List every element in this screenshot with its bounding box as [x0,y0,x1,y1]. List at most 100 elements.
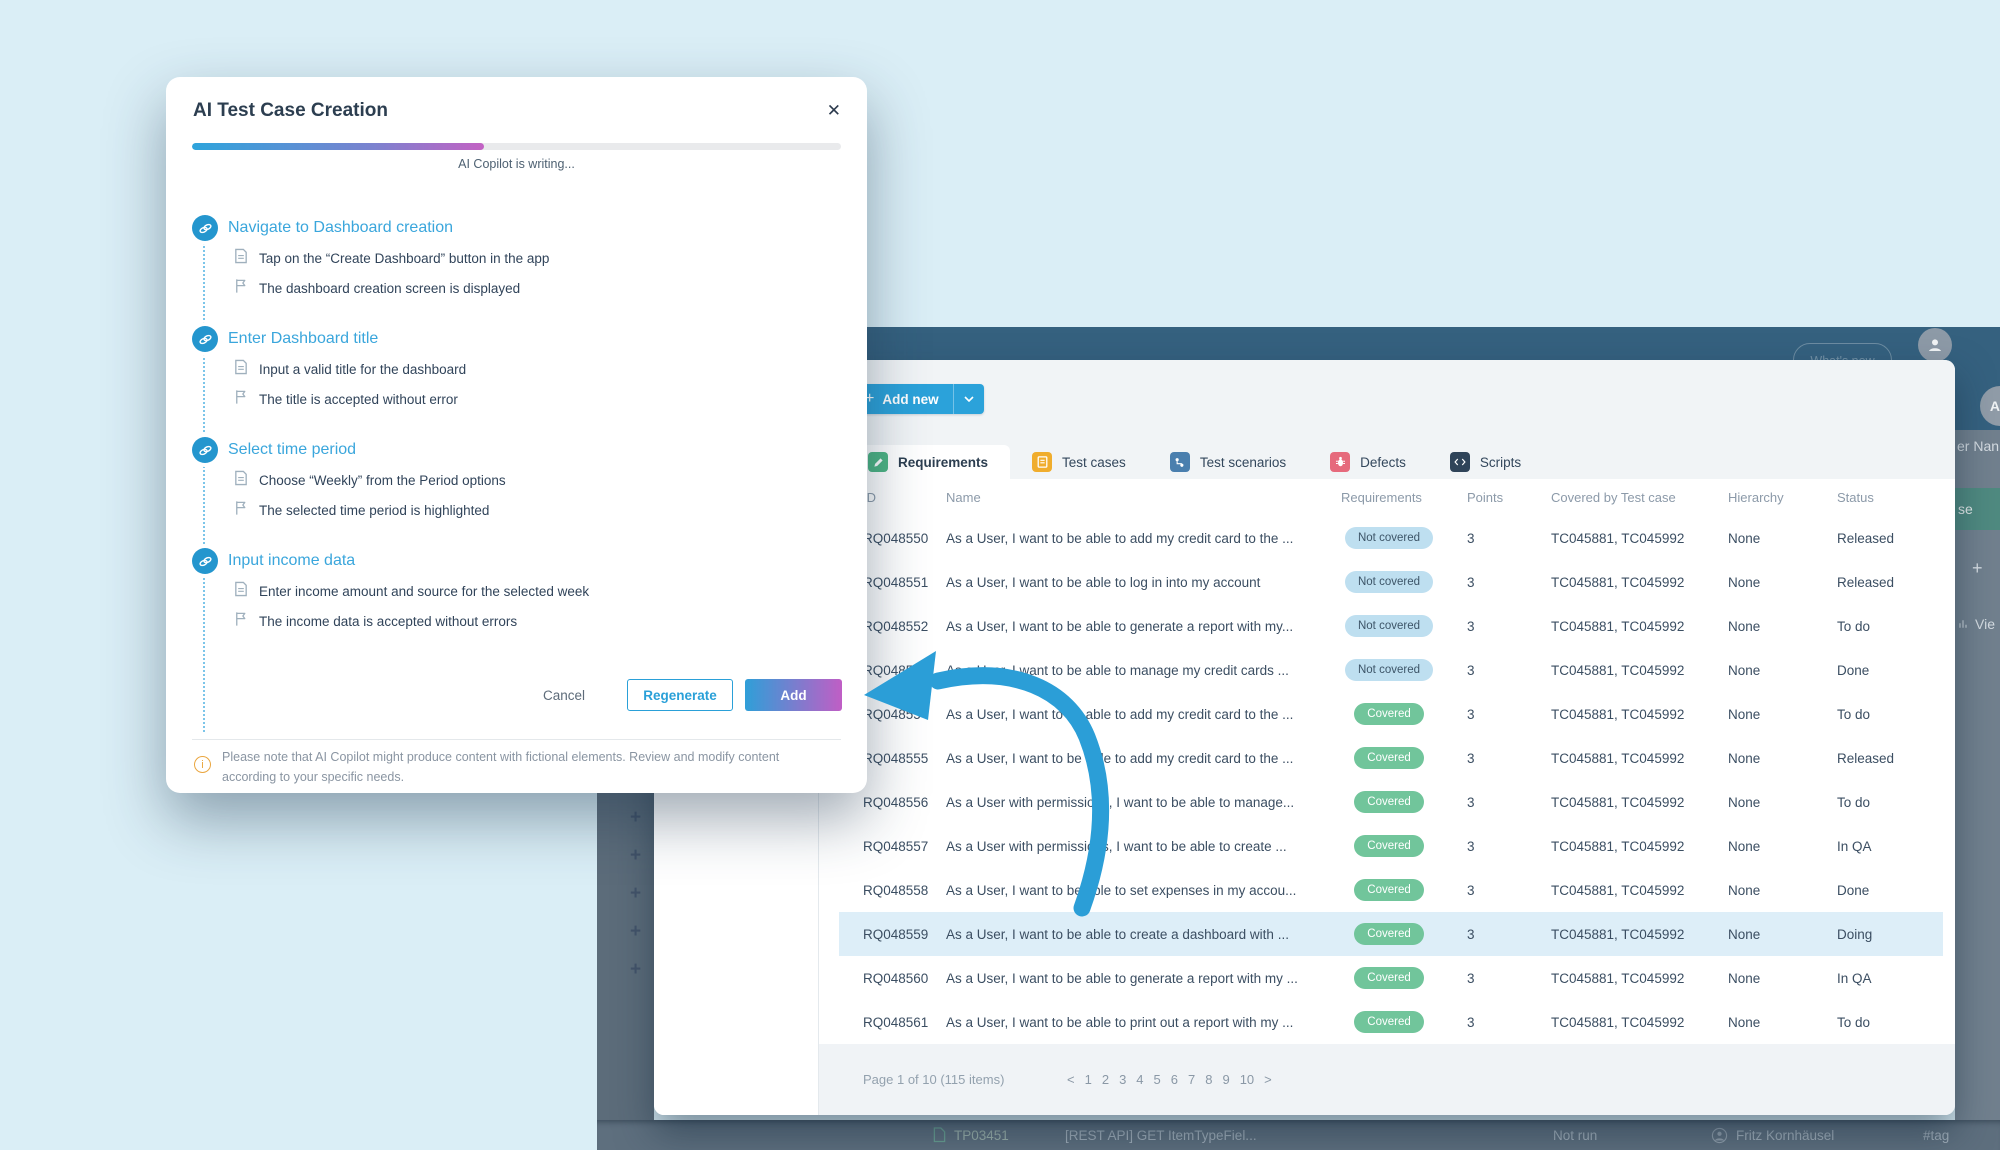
step-expected-text: The dashboard creation screen is display… [259,281,520,296]
step-title: Input income data [228,548,827,574]
info-icon: i [194,756,211,773]
plus-icon[interactable]: + [1972,558,1983,579]
page-link[interactable]: > [1259,1072,1277,1087]
test-step: Navigate to Dashboard creationTap on the… [192,215,827,298]
regenerate-button[interactable]: Regenerate [627,679,733,711]
cell-status: Released [1837,516,1894,560]
user-avatar[interactable]: AC [1980,386,2000,426]
column-header[interactable]: Hierarchy [1728,479,1784,516]
close-button-fragment[interactable]: se [1955,488,2000,530]
page-link[interactable]: 8 [1200,1072,1217,1087]
cell-status: Doing [1837,912,1872,956]
step-expected-text: The income data is accepted without erro… [259,614,517,629]
coverage-badge: Covered [1354,967,1423,989]
cell-status: To do [1837,692,1870,736]
page-link[interactable]: 4 [1131,1072,1148,1087]
cell-points: 3 [1467,648,1475,692]
test-row-id: TP03451 [933,1120,1009,1150]
page-link[interactable]: 1 [1080,1072,1097,1087]
cancel-button[interactable]: Cancel [534,679,594,711]
page-link[interactable]: 9 [1217,1072,1234,1087]
tab-test-scenarios[interactable]: Test scenarios [1148,445,1308,479]
tab-bar: Requirements Test cases Test scenarios Defe… [819,445,1955,479]
coverage-badge: Not covered [1345,571,1433,593]
document-icon [1032,452,1052,472]
flow-icon [1170,452,1190,472]
page-summary: Page 1 of 10 (115 items) [863,1044,1004,1115]
cell-hierarchy: None [1728,692,1760,736]
add-button[interactable]: Add [745,679,842,711]
cell-hierarchy: None [1728,1000,1760,1044]
cell-covered-by: TC045881, TC045992 [1551,824,1684,868]
table-row[interactable]: RQ048561As a User, I want to be able to … [819,1000,1955,1044]
coverage-badge: Covered [1354,791,1423,813]
step-doc-icon [234,581,248,602]
ai-copilot-icon [192,437,218,463]
notifications-avatar-icon[interactable] [1918,328,1952,362]
cell-coverage: Covered [1324,1000,1454,1044]
column-header[interactable]: Name [946,479,981,516]
page-link[interactable]: 7 [1183,1072,1200,1087]
cell-points: 3 [1467,1000,1475,1044]
page-link[interactable]: 10 [1235,1072,1259,1087]
test-row-owner: Fritz Kornhäusel [1711,1120,1834,1150]
view-fragment[interactable]: Vie [1957,616,1995,632]
tab-scripts[interactable]: Scripts [1428,445,1543,479]
cell-covered-by: TC045881, TC045992 [1551,604,1684,648]
table-footer: Page 1 of 10 (115 items) <12345678910> [819,1044,1955,1115]
cell-hierarchy: None [1728,604,1760,648]
page-link[interactable]: 3 [1114,1072,1131,1087]
page-link[interactable]: 2 [1097,1072,1114,1087]
cell-covered-by: TC045881, TC045992 [1551,780,1684,824]
cell-hierarchy: None [1728,516,1760,560]
cell-hierarchy: None [1728,560,1760,604]
step-action: Choose “Weekly” from the Period options [228,470,827,490]
coverage-badge: Not covered [1345,659,1433,681]
table-row[interactable]: RQ048560As a User, I want to be able to … [819,956,1955,1000]
step-expected: The title is accepted without error [228,389,827,409]
column-header[interactable]: Covered by Test case [1551,479,1676,516]
dialog-title: AI Test Case Creation [193,100,388,122]
coverage-badge: Covered [1354,703,1423,725]
cell-status: In QA [1837,956,1872,1000]
table-row[interactable]: RQ048550As a User, I want to be able to … [819,516,1955,560]
page-link[interactable]: 5 [1149,1072,1166,1087]
column-header[interactable]: Requirements [1341,479,1422,516]
tree-expand-icon[interactable]: + [630,884,641,903]
column-header[interactable]: Points [1467,479,1503,516]
coverage-badge: Covered [1354,879,1423,901]
column-header[interactable]: Status [1837,479,1874,516]
cell-points: 3 [1467,868,1475,912]
close-icon[interactable]: ✕ [823,97,845,125]
tree-expand-icon[interactable]: + [630,922,641,941]
tab-requirements[interactable]: Requirements [846,445,1010,479]
cell-covered-by: TC045881, TC045992 [1551,560,1684,604]
tree-expand-icon[interactable]: + [630,960,641,979]
tree-expand-icon[interactable]: + [630,846,641,865]
cell-coverage: Covered [1324,868,1454,912]
disclaimer-text: Please note that AI Copilot might produc… [222,748,790,787]
pagination: <12345678910> [1062,1044,1277,1115]
cell-covered-by: TC045881, TC045992 [1551,1000,1684,1044]
step-doc-icon [234,248,248,269]
tab-label: Scripts [1480,455,1521,470]
chevron-down-icon [964,396,974,402]
tab-defects[interactable]: Defects [1308,445,1428,479]
cell-coverage: Covered [1324,692,1454,736]
tab-label: Test scenarios [1200,455,1286,470]
tab-test-cases[interactable]: Test cases [1010,445,1148,479]
progress-status: AI Copilot is writing... [166,157,867,171]
step-title: Enter Dashboard title [228,326,827,352]
cell-status: In QA [1837,824,1872,868]
page-link[interactable]: < [1062,1072,1080,1087]
tree-expand-icon[interactable]: + [630,808,641,827]
page-link[interactable]: 6 [1166,1072,1183,1087]
add-new-dropdown[interactable] [953,384,984,414]
step-title: Navigate to Dashboard creation [228,215,827,241]
background-bottom-row: TP03451 [REST API] GET ItemTypeFiel... N… [597,1120,2000,1150]
add-new-button[interactable]: + Add new [851,384,984,414]
document-icon [933,1127,946,1143]
tab-label: Test cases [1062,455,1126,470]
cell-status: To do [1837,780,1870,824]
cell-coverage: Covered [1324,912,1454,956]
